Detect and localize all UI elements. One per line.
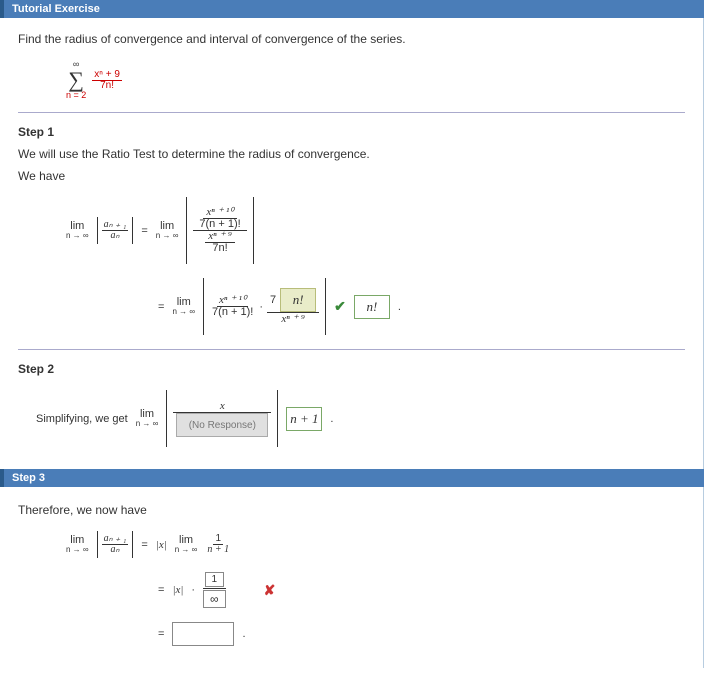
- step3-text: Therefore, we now have: [18, 503, 685, 517]
- step3-eq-row1: lim n → ∞ aₙ ₊ ₁ aₙ = |x| lim n → ∞ 1 n …: [66, 531, 685, 558]
- step3-header: Step 3: [0, 469, 704, 487]
- step1-line2: We have: [18, 169, 685, 183]
- answer-input-2[interactable]: n!: [354, 295, 390, 319]
- step3-eq-row2: = |x| · 1 ∞ ✘: [158, 572, 685, 608]
- abs-ratio: aₙ ₊ ₁ aₙ: [97, 531, 134, 558]
- sum-lower: n = 2: [66, 91, 86, 100]
- lim-symbol: lim n → ∞: [66, 535, 89, 554]
- frac-top-input[interactable]: 1: [205, 572, 225, 587]
- step2-eq-row: Simplifying, we get lim n → ∞ x (No Resp…: [36, 390, 685, 447]
- series-num: xⁿ + 9: [92, 70, 122, 81]
- no-response-input[interactable]: (No Response): [176, 413, 268, 437]
- abs-product: xⁿ ⁺ ¹⁰ 7(n + 1)! · 7 n! xⁿ ⁺ ⁹: [203, 278, 326, 335]
- series-fraction: xⁿ + 9 7n!: [92, 70, 122, 91]
- answer-input-3[interactable]: n + 1: [286, 407, 322, 431]
- abs-step2: x (No Response): [166, 390, 278, 447]
- equals: =: [141, 225, 147, 237]
- period: .: [398, 301, 401, 313]
- lim-symbol: lim n → ∞: [172, 297, 195, 316]
- tutorial-exercise-header: Tutorial Exercise: [0, 0, 704, 18]
- divider: [18, 112, 685, 113]
- series-display: ∞ ∑ n = 2 xⁿ + 9 7n!: [66, 60, 685, 100]
- answer-input-4[interactable]: [172, 622, 234, 646]
- series-den: 7n!: [98, 81, 116, 91]
- exercise-body: Find the radius of convergence and inter…: [0, 18, 704, 469]
- lim-symbol: lim n → ∞: [156, 221, 179, 240]
- frac-bot-input[interactable]: ∞: [203, 590, 226, 608]
- abs-compound: xⁿ ⁺ ¹⁰ 7(n + 1)! xⁿ ⁺ ⁹ 7n!: [186, 197, 253, 264]
- header-title: Tutorial Exercise: [12, 3, 100, 15]
- step2-text: Simplifying, we get: [36, 413, 128, 425]
- sigma-symbol: ∑: [68, 69, 84, 91]
- lim-symbol: lim n → ∞: [136, 409, 159, 428]
- step1-eq-row1: lim n → ∞ aₙ ₊ ₁ aₙ = lim n → ∞ xⁿ ⁺ ¹⁰ …: [66, 197, 685, 264]
- step1-line1: We will use the Ratio Test to determine …: [18, 147, 685, 161]
- abs-x: |x|: [156, 539, 167, 551]
- check-icon: ✔: [334, 298, 346, 315]
- step2-title: Step 2: [18, 362, 685, 376]
- answer-frac-box[interactable]: 1 ∞: [203, 572, 226, 608]
- lim-symbol: lim n → ∞: [66, 221, 89, 240]
- answer-input-1[interactable]: n!: [280, 288, 316, 312]
- abs-ratio: aₙ ₊ ₁ aₙ: [97, 217, 134, 244]
- lim-symbol: lim n → ∞: [175, 535, 198, 554]
- step3-eq-row3: = .: [158, 622, 685, 646]
- x-icon: ✘: [264, 582, 276, 599]
- step1-title: Step 1: [18, 125, 685, 139]
- divider: [18, 349, 685, 350]
- step3-body: Therefore, we now have lim n → ∞ aₙ ₊ ₁ …: [0, 487, 704, 668]
- prompt-text: Find the radius of convergence and inter…: [18, 32, 685, 46]
- step1-eq-row2: = lim n → ∞ xⁿ ⁺ ¹⁰ 7(n + 1)! · 7 n! xⁿ …: [158, 278, 685, 335]
